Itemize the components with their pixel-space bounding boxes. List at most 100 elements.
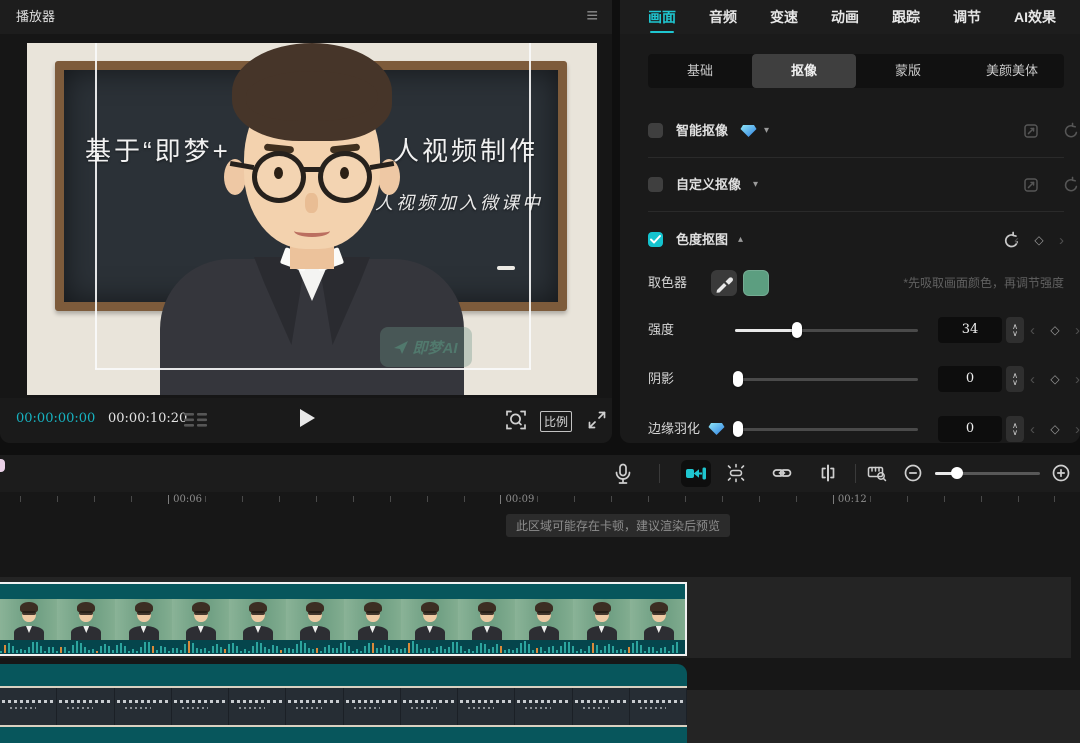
feather-add-keyframe-button[interactable]: ◇ — [1050, 422, 1059, 436]
subtab-mask[interactable]: 蒙版 — [856, 54, 960, 88]
chroma-key-add-keyframe-button[interactable]: ◇ — [1034, 233, 1043, 247]
shadow-keyframe-nav: ‹ ◇ › — [1030, 357, 1080, 401]
strength-prev-keyframe-button[interactable]: ‹ — [1030, 322, 1035, 339]
waveform-bar — [568, 642, 570, 653]
selected-video-clip[interactable] — [0, 582, 687, 656]
player-menu-icon[interactable]: ≡ — [586, 0, 598, 32]
smart-matting-reset-icon[interactable] — [1062, 122, 1080, 140]
preview-axis-toggle[interactable] — [681, 460, 711, 487]
chroma-key-checkbox[interactable] — [648, 232, 663, 247]
strength-value-input[interactable]: 34 — [938, 317, 1002, 343]
waveform-bar — [356, 649, 358, 653]
strength-next-keyframe-button[interactable]: › — [1075, 322, 1080, 339]
ruler-tick — [1054, 496, 1055, 502]
ruler-tick — [759, 496, 760, 502]
feather-slider-handle[interactable] — [733, 421, 743, 437]
waveform-bar — [16, 650, 18, 653]
preview-quality-icon[interactable] — [505, 409, 527, 431]
shadow-stepper-down-icon[interactable]: ∨ — [1012, 379, 1018, 386]
ruler-tick — [611, 496, 612, 502]
feather-next-keyframe-button[interactable]: › — [1075, 421, 1080, 438]
play-button[interactable] — [300, 409, 315, 427]
strength-slider-handle[interactable] — [792, 322, 802, 338]
feather-prev-keyframe-button[interactable]: ‹ — [1030, 421, 1035, 438]
feather-stepper[interactable]: ∧∨ — [1006, 416, 1024, 442]
waveform-bar — [260, 643, 262, 653]
tab-animation[interactable]: 动画 — [831, 0, 859, 34]
shadow-value-input[interactable]: 0 — [938, 366, 1002, 392]
frames-grid-icon[interactable] — [184, 413, 210, 427]
subtab-basic[interactable]: 基础 — [648, 54, 752, 88]
shadow-stepper[interactable]: ∧∨ — [1006, 366, 1024, 392]
feather-value-input[interactable]: 0 — [938, 416, 1002, 442]
waveform-bar — [180, 650, 182, 653]
feather-slider-track[interactable] — [735, 428, 918, 431]
tab-audio[interactable]: 音频 — [709, 0, 737, 34]
timeline-scale-icon[interactable] — [866, 462, 888, 484]
smart-matting-caret-icon[interactable]: ▾ — [764, 110, 769, 152]
link-clips-icon[interactable] — [771, 462, 793, 484]
selection-edge-bottom[interactable] — [95, 368, 531, 370]
split-clip-icon[interactable] — [817, 462, 839, 484]
waveform-bar — [412, 641, 414, 653]
ruler-tick — [353, 496, 354, 502]
shadow-slider-track[interactable] — [735, 378, 918, 381]
record-voiceover-icon[interactable] — [612, 462, 634, 486]
shadow-prev-keyframe-button[interactable]: ‹ — [1030, 371, 1035, 388]
vip-diamond-icon — [740, 124, 757, 138]
waveform-bar — [288, 648, 290, 653]
shadow-slider[interactable] — [735, 369, 918, 389]
shadow-next-keyframe-button[interactable]: › — [1075, 371, 1080, 388]
shadow-add-keyframe-button[interactable]: ◇ — [1050, 372, 1059, 386]
strength-stepper[interactable]: ∧∨ — [1006, 317, 1024, 343]
zoom-out-icon[interactable] — [902, 462, 924, 484]
tab-adjust[interactable]: 调节 — [953, 0, 981, 34]
playhead-handle[interactable] — [0, 459, 5, 472]
time-ruler[interactable]: 00:0600:0900:12 — [0, 492, 1080, 512]
tab-picture[interactable]: 画面 — [648, 0, 676, 34]
waveform-bar — [564, 642, 566, 653]
ratio-button[interactable]: 比例 — [540, 411, 572, 432]
subtab-matting[interactable]: 抠像 — [752, 54, 856, 88]
shadow-slider-handle[interactable] — [733, 371, 743, 387]
custom-matting-reset-icon[interactable] — [1062, 176, 1080, 194]
subtab-beauty[interactable]: 美颜美体 — [960, 54, 1064, 88]
tab-tracking[interactable]: 跟踪 — [892, 0, 920, 34]
feather-slider[interactable] — [735, 419, 918, 439]
waveform-bar — [188, 641, 190, 653]
waveform-bar — [20, 649, 22, 653]
waveform-bar — [108, 646, 110, 653]
snap-magnet-icon[interactable] — [725, 462, 747, 484]
waveform-bar — [652, 647, 654, 653]
chroma-key-prev-keyframe-button[interactable]: ‹ — [1014, 232, 1019, 249]
background-video-clip[interactable] — [0, 664, 687, 743]
smart-matting-checkbox[interactable] — [648, 123, 663, 138]
custom-matting-checkbox[interactable] — [648, 177, 663, 192]
timeline-zoom-handle[interactable] — [951, 467, 963, 479]
zoom-in-icon[interactable] — [1050, 462, 1072, 484]
tab-ai-effects[interactable]: AI效果 — [1014, 0, 1056, 34]
tab-speed[interactable]: 变速 — [770, 0, 798, 34]
waveform-bar — [536, 648, 538, 653]
feather-stepper-down-icon[interactable]: ∨ — [1012, 429, 1018, 436]
selection-edge-right[interactable] — [529, 43, 531, 369]
selection-edge-left[interactable] — [95, 43, 97, 369]
eyedropper-button[interactable] — [711, 270, 737, 296]
strength-add-keyframe-button[interactable]: ◇ — [1050, 323, 1059, 337]
strength-stepper-down-icon[interactable]: ∨ — [1012, 330, 1018, 337]
chroma-key-caret-icon[interactable]: ▴ — [738, 219, 743, 261]
custom-matting-caret-icon[interactable]: ▾ — [753, 164, 758, 206]
waveform-bar — [344, 642, 346, 653]
strength-slider[interactable] — [735, 320, 918, 340]
custom-matting-row: 自定义抠像 ▾ — [648, 164, 1064, 206]
fullscreen-icon[interactable] — [586, 409, 608, 431]
video-preview-canvas[interactable]: 基于“即梦+ 人视频制作 人视频加入微课中 — [27, 43, 597, 395]
waveform-bar — [160, 646, 162, 653]
smart-matting-keyframe-icon[interactable] — [1022, 122, 1040, 140]
custom-matting-keyframe-icon[interactable] — [1022, 176, 1040, 194]
waveform-bar — [192, 643, 194, 653]
ruler-tick — [833, 495, 834, 504]
picked-color-swatch[interactable] — [743, 270, 769, 296]
ruler-tick — [242, 496, 243, 502]
chroma-key-next-keyframe-button[interactable]: › — [1059, 232, 1064, 249]
